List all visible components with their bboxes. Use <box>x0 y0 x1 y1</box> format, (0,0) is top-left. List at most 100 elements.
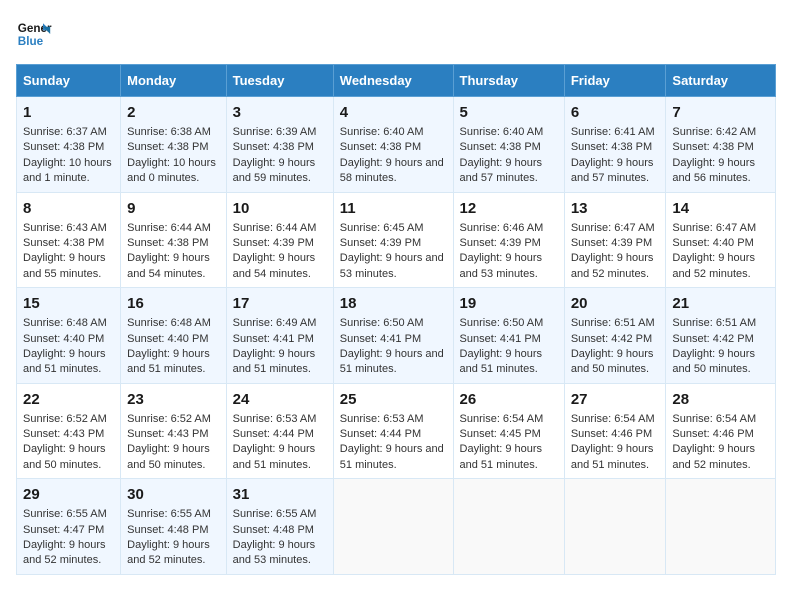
calendar-cell: 3Sunrise: 6:39 AMSunset: 4:38 PMDaylight… <box>226 97 333 193</box>
calendar-cell: 9Sunrise: 6:44 AMSunset: 4:38 PMDaylight… <box>121 192 226 288</box>
daylight-text: Daylight: 9 hours and 51 minutes. <box>340 348 444 375</box>
calendar-cell <box>666 479 776 575</box>
sunrise-text: Sunrise: 6:51 AM <box>571 317 655 329</box>
sunset-text: Sunset: 4:41 PM <box>233 333 314 345</box>
sunset-text: Sunset: 4:46 PM <box>672 428 753 440</box>
day-number: 20 <box>571 293 660 314</box>
sunrise-text: Sunrise: 6:44 AM <box>127 222 211 234</box>
day-number: 21 <box>672 293 769 314</box>
calendar-cell <box>453 479 564 575</box>
sunset-text: Sunset: 4:40 PM <box>127 333 208 345</box>
sunrise-text: Sunrise: 6:43 AM <box>23 222 107 234</box>
daylight-text: Daylight: 10 hours and 1 minute. <box>23 157 112 184</box>
calendar-cell: 20Sunrise: 6:51 AMSunset: 4:42 PMDayligh… <box>564 288 666 384</box>
sunset-text: Sunset: 4:39 PM <box>340 237 421 249</box>
sunrise-text: Sunrise: 6:47 AM <box>672 222 756 234</box>
calendar-table: SundayMondayTuesdayWednesdayThursdayFrid… <box>16 64 776 575</box>
calendar-cell: 16 Sunrise: 6:48 AM Sunset: 4:40 PM Dayligh… <box>121 288 226 384</box>
sunrise-text: Sunrise: 6:54 AM <box>571 413 655 425</box>
daylight-text: Daylight: 10 hours and 0 minutes. <box>127 157 216 184</box>
svg-text:Blue: Blue <box>18 35 44 48</box>
sunrise-text: Sunrise: 6:55 AM <box>127 508 211 520</box>
daylight-text: Daylight: 9 hours and 56 minutes. <box>672 157 755 184</box>
sunset-text: Sunset: 4:38 PM <box>460 141 541 153</box>
daylight-text: Daylight: 9 hours and 57 minutes. <box>460 157 543 184</box>
calendar-cell: 26Sunrise: 6:54 AMSunset: 4:45 PMDayligh… <box>453 383 564 479</box>
header-wednesday: Wednesday <box>333 65 453 97</box>
calendar-cell: 24Sunrise: 6:53 AMSunset: 4:44 PMDayligh… <box>226 383 333 479</box>
sunrise-text: Sunrise: 6:48 AM <box>127 317 211 329</box>
day-number: 2 <box>127 102 219 123</box>
week-row-1: 1Sunrise: 6:37 AMSunset: 4:38 PMDaylight… <box>17 97 776 193</box>
sunrise-text: Sunrise: 6:48 AM <box>23 317 107 329</box>
sunrise-text: Sunrise: 6:50 AM <box>460 317 544 329</box>
daylight-text: Daylight: 9 hours and 55 minutes. <box>23 252 106 279</box>
daylight-text: Daylight: 9 hours and 51 minutes. <box>460 348 543 375</box>
daylight-text: Daylight: 9 hours and 51 minutes. <box>23 348 106 375</box>
sunset-text: Sunset: 4:38 PM <box>127 141 208 153</box>
daylight-text: Daylight: 9 hours and 51 minutes. <box>127 348 210 375</box>
calendar-cell: 1Sunrise: 6:37 AMSunset: 4:38 PMDaylight… <box>17 97 121 193</box>
logo-icon: General Blue <box>16 16 52 52</box>
calendar-cell: 5Sunrise: 6:40 AMSunset: 4:38 PMDaylight… <box>453 97 564 193</box>
week-row-5: 29Sunrise: 6:55 AMSunset: 4:47 PMDayligh… <box>17 479 776 575</box>
day-number: 1 <box>23 102 114 123</box>
sunrise-text: Sunrise: 6:53 AM <box>233 413 317 425</box>
sunset-text: Sunset: 4:45 PM <box>460 428 541 440</box>
calendar-cell: 30Sunrise: 6:55 AMSunset: 4:48 PMDayligh… <box>121 479 226 575</box>
day-number: 14 <box>672 198 769 219</box>
sunset-text: Sunset: 4:38 PM <box>672 141 753 153</box>
sunset-text: Sunset: 4:39 PM <box>233 237 314 249</box>
day-number: 8 <box>23 198 114 219</box>
daylight-text: Daylight: 9 hours and 54 minutes. <box>233 252 316 279</box>
daylight-text: Daylight: 9 hours and 58 minutes. <box>340 157 444 184</box>
daylight-text: Daylight: 9 hours and 52 minutes. <box>23 539 106 566</box>
day-number: 17 <box>233 293 327 314</box>
sunset-text: Sunset: 4:48 PM <box>127 524 208 536</box>
sunrise-text: Sunrise: 6:40 AM <box>460 126 544 138</box>
sunrise-text: Sunrise: 6:40 AM <box>340 126 424 138</box>
sunset-text: Sunset: 4:38 PM <box>340 141 421 153</box>
sunrise-text: Sunrise: 6:49 AM <box>233 317 317 329</box>
calendar-cell: 8 Sunrise: 6:43 AM Sunset: 4:38 PM Daylight… <box>17 192 121 288</box>
day-number: 31 <box>233 484 327 505</box>
day-number: 10 <box>233 198 327 219</box>
calendar-cell <box>333 479 453 575</box>
daylight-text: Daylight: 9 hours and 51 minutes. <box>233 443 316 470</box>
sunset-text: Sunset: 4:38 PM <box>571 141 652 153</box>
daylight-text: Daylight: 9 hours and 53 minutes. <box>340 252 444 279</box>
daylight-text: Daylight: 9 hours and 51 minutes. <box>233 348 316 375</box>
sunrise-text: Sunrise: 6:42 AM <box>672 126 756 138</box>
sunrise-text: Sunrise: 6:39 AM <box>233 126 317 138</box>
day-number: 15 <box>23 293 114 314</box>
calendar-cell: 21Sunrise: 6:51 AMSunset: 4:42 PMDayligh… <box>666 288 776 384</box>
daylight-text: Daylight: 9 hours and 57 minutes. <box>571 157 654 184</box>
sunrise-text: Sunrise: 6:51 AM <box>672 317 756 329</box>
daylight-text: Daylight: 9 hours and 51 minutes. <box>460 443 543 470</box>
day-number: 27 <box>571 389 660 410</box>
calendar-cell: 4 Sunrise: 6:40 AM Sunset: 4:38 PM Daylight… <box>333 97 453 193</box>
header-sunday: Sunday <box>17 65 121 97</box>
calendar-cell: 28Sunrise: 6:54 AMSunset: 4:46 PMDayligh… <box>666 383 776 479</box>
day-number: 30 <box>127 484 219 505</box>
header-saturday: Saturday <box>666 65 776 97</box>
calendar-cell: 7Sunrise: 6:42 AMSunset: 4:38 PMDaylight… <box>666 97 776 193</box>
daylight-text: Daylight: 9 hours and 52 minutes. <box>672 252 755 279</box>
day-number: 4 <box>340 102 447 123</box>
calendar-cell: 11Sunrise: 6:45 AMSunset: 4:39 PMDayligh… <box>333 192 453 288</box>
calendar-cell: 27Sunrise: 6:54 AMSunset: 4:46 PMDayligh… <box>564 383 666 479</box>
day-number: 3 <box>233 102 327 123</box>
day-number: 25 <box>340 389 447 410</box>
daylight-text: Daylight: 9 hours and 54 minutes. <box>127 252 210 279</box>
calendar-cell: 25Sunrise: 6:53 AMSunset: 4:44 PMDayligh… <box>333 383 453 479</box>
day-number: 23 <box>127 389 219 410</box>
day-number: 16 <box>127 293 219 314</box>
calendar-cell: 29Sunrise: 6:55 AMSunset: 4:47 PMDayligh… <box>17 479 121 575</box>
sunset-text: Sunset: 4:44 PM <box>340 428 421 440</box>
sunset-text: Sunset: 4:38 PM <box>23 237 104 249</box>
header-thursday: Thursday <box>453 65 564 97</box>
sunrise-text: Sunrise: 6:45 AM <box>340 222 424 234</box>
week-row-4: 22Sunrise: 6:52 AMSunset: 4:43 PMDayligh… <box>17 383 776 479</box>
sunset-text: Sunset: 4:44 PM <box>233 428 314 440</box>
sunset-text: Sunset: 4:40 PM <box>23 333 104 345</box>
